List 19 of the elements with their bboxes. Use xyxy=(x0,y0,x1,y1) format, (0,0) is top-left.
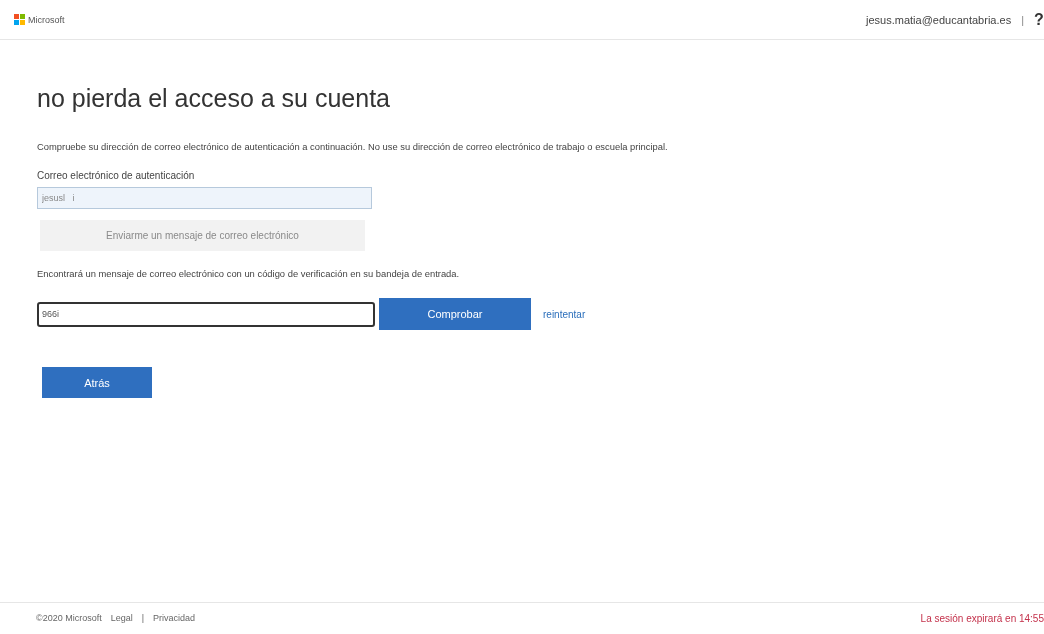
brand-name: Microsoft xyxy=(28,14,65,25)
footer-link[interactable]: Legal xyxy=(110,613,133,623)
email-field[interactable]: jesusl i xyxy=(37,187,372,209)
instructions-text: Compruebe su dirección de correo electrónico de autenticación a continuación. No use su dirección de correo electrónico de trabajo o escuela principal. xyxy=(37,141,668,152)
copyright-text: ©2020 Microsoft xyxy=(36,613,102,623)
separator: | xyxy=(1021,13,1024,26)
page-title: no pierda el acceso a su cuenta xyxy=(37,84,390,113)
logo-icon xyxy=(14,14,25,25)
session-notice: La sesión expirará en 14:55 xyxy=(920,612,1044,624)
field-label: Correo electrónico de autenticación xyxy=(37,170,195,181)
separator: | xyxy=(141,613,145,623)
verify-button[interactable]: Comprobar xyxy=(379,298,531,330)
footer-link[interactable]: Privacidad xyxy=(153,613,196,623)
code-field[interactable]: 966i xyxy=(37,301,375,327)
user-email[interactable]: jesus.matia@educantabria.es xyxy=(866,13,1012,26)
retry-link[interactable]: reintentar xyxy=(543,308,586,320)
info-text: Encontrará un mensaje de correo electrónico con un código de verificación en su bandeja de entrada. xyxy=(37,268,460,279)
back-button[interactable]: Atrás xyxy=(42,367,152,398)
help-link[interactable]: ? xyxy=(1034,10,1044,29)
